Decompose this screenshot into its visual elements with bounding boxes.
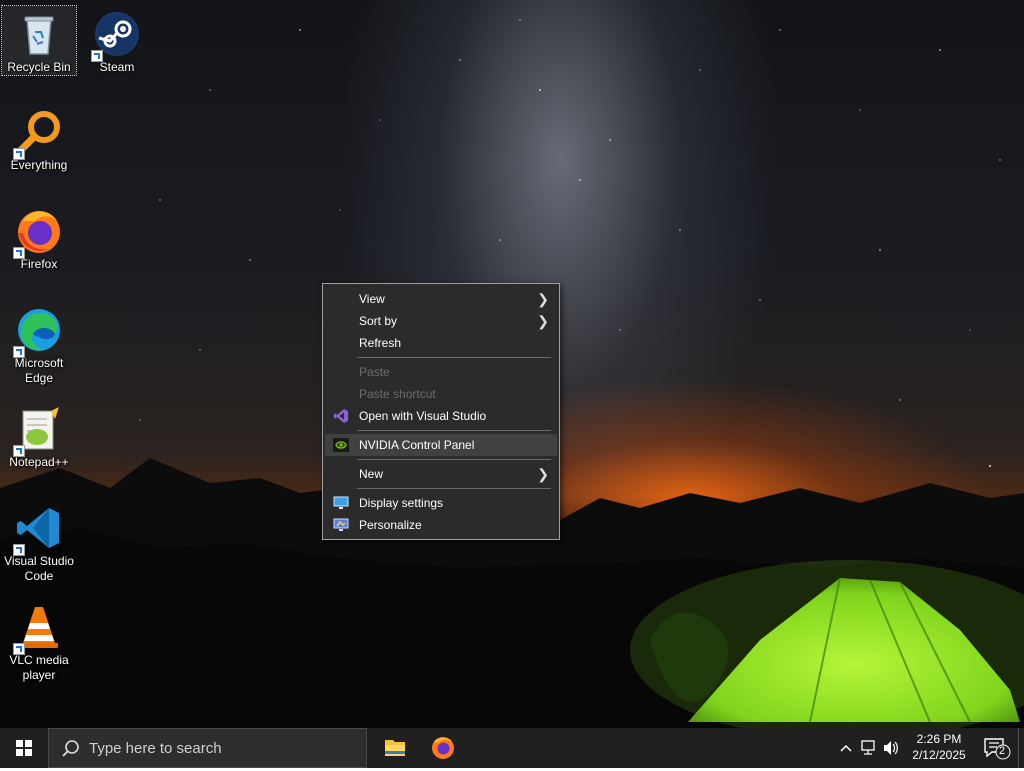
menu-item-refresh[interactable]: Refresh (325, 332, 557, 354)
desktop-icon-everything[interactable]: Everything (2, 104, 76, 173)
desktop-icon-edge[interactable]: Microsoft Edge (2, 302, 76, 386)
desktop-icon-label: Visual Studio Code (4, 554, 74, 583)
menu-item-label: NVIDIA Control Panel (359, 438, 475, 452)
shortcut-arrow-icon (13, 445, 25, 457)
desktop-icon-steam[interactable]: Steam (80, 6, 154, 75)
notification-icon (984, 738, 1011, 760)
notification-count-badge: 2 (999, 745, 1006, 757)
menu-item-label: Paste shortcut (359, 387, 436, 401)
search-placeholder: Type here to search (89, 740, 222, 757)
menu-item-label: Refresh (359, 336, 402, 350)
action-center-button[interactable]: 2 (978, 728, 1014, 768)
desktop-icon-label: Steam (99, 60, 135, 74)
desktop-icon-label: Everything (10, 158, 68, 172)
desktop-icon-label: Notepad++ (9, 455, 69, 469)
steam-icon (91, 10, 141, 62)
menu-item-label: Open with Visual Studio (359, 409, 487, 423)
taskbar-search-box[interactable]: Type here to search (48, 728, 367, 768)
vscode-icon (13, 504, 63, 556)
menu-item-label: New (359, 467, 384, 481)
recycle-bin-icon (15, 10, 63, 58)
network-icon (861, 740, 875, 755)
shortcut-arrow-icon (13, 346, 25, 358)
file-explorer-icon (385, 740, 405, 756)
desktop-icon-recycle-bin[interactable]: Recycle Bin (1, 5, 77, 76)
system-tray (836, 728, 900, 768)
clock-date: 2/12/2025 (912, 748, 966, 762)
search-icon (62, 740, 79, 757)
menu-separator (357, 430, 551, 431)
menu-item-sort-by[interactable]: Sort by ❯ (325, 310, 557, 332)
taskbar-clock[interactable]: 2:26 PM 2/12/2025 (900, 731, 978, 763)
menu-separator (357, 357, 551, 358)
vlc-icon (13, 603, 63, 655)
menu-item-label: Sort by (359, 314, 398, 328)
chevron-up-icon (840, 744, 852, 752)
taskbar: Type here to search 2:26 PM 2/12/2025 2 (0, 728, 1024, 768)
nvidia-icon (333, 438, 349, 452)
clock-time: 2:26 PM (916, 732, 962, 746)
display-settings-icon (333, 496, 349, 509)
firefox-icon (432, 737, 454, 759)
desktop-icon-label: VLC media player (9, 653, 69, 682)
submenu-arrow-icon: ❯ (537, 466, 549, 482)
windows-logo-icon (16, 740, 32, 756)
menu-item-label: Paste (359, 365, 390, 379)
menu-item-label: Display settings (359, 496, 444, 510)
shortcut-arrow-icon (13, 247, 25, 259)
visual-studio-icon (334, 409, 348, 423)
menu-item-personalize[interactable]: Personalize (325, 514, 557, 536)
submenu-arrow-icon: ❯ (537, 313, 549, 329)
personalize-icon (333, 518, 349, 531)
desktop-icon-label: Microsoft Edge (14, 356, 64, 385)
menu-item-view[interactable]: View ❯ (325, 288, 557, 310)
menu-item-nvidia-control-panel[interactable]: NVIDIA Control Panel (325, 434, 557, 456)
shortcut-arrow-icon (13, 643, 25, 655)
everything-search-icon (13, 108, 63, 160)
menu-item-paste: Paste (325, 361, 557, 383)
menu-separator (357, 488, 551, 489)
firefox-icon (13, 207, 63, 259)
menu-item-label: Personalize (359, 518, 422, 532)
edge-icon (13, 306, 63, 358)
notepad-plus-plus-icon (13, 405, 63, 457)
taskbar-file-explorer[interactable] (371, 728, 419, 768)
desktop-icon-notepad-plus-plus[interactable]: Notepad++ (2, 401, 76, 470)
submenu-arrow-icon: ❯ (537, 291, 549, 307)
desktop-icon-vlc[interactable]: VLC media player (2, 599, 76, 683)
menu-item-new[interactable]: New ❯ (325, 463, 557, 485)
desktop-icon-firefox[interactable]: Firefox (2, 203, 76, 272)
desktop-icon-label: Recycle Bin (7, 60, 71, 74)
shortcut-arrow-icon (13, 544, 25, 556)
desktop-context-menu: View ❯ Sort by ❯ Refresh Paste Paste sho… (322, 283, 560, 540)
menu-item-display-settings[interactable]: Display settings (325, 492, 557, 514)
show-desktop-button[interactable] (1018, 728, 1024, 768)
shortcut-arrow-icon (91, 50, 103, 62)
start-button[interactable] (0, 728, 48, 768)
menu-item-label: View (359, 292, 385, 306)
menu-item-paste-shortcut: Paste shortcut (325, 383, 557, 405)
desktop-icon-label: Firefox (20, 257, 58, 271)
menu-item-open-with-visual-studio[interactable]: Open with Visual Studio (325, 405, 557, 427)
shortcut-arrow-icon (13, 148, 25, 160)
taskbar-firefox[interactable] (419, 728, 467, 768)
desktop-icon-vscode[interactable]: Visual Studio Code (2, 500, 76, 584)
menu-separator (357, 459, 551, 460)
volume-icon (884, 741, 898, 755)
